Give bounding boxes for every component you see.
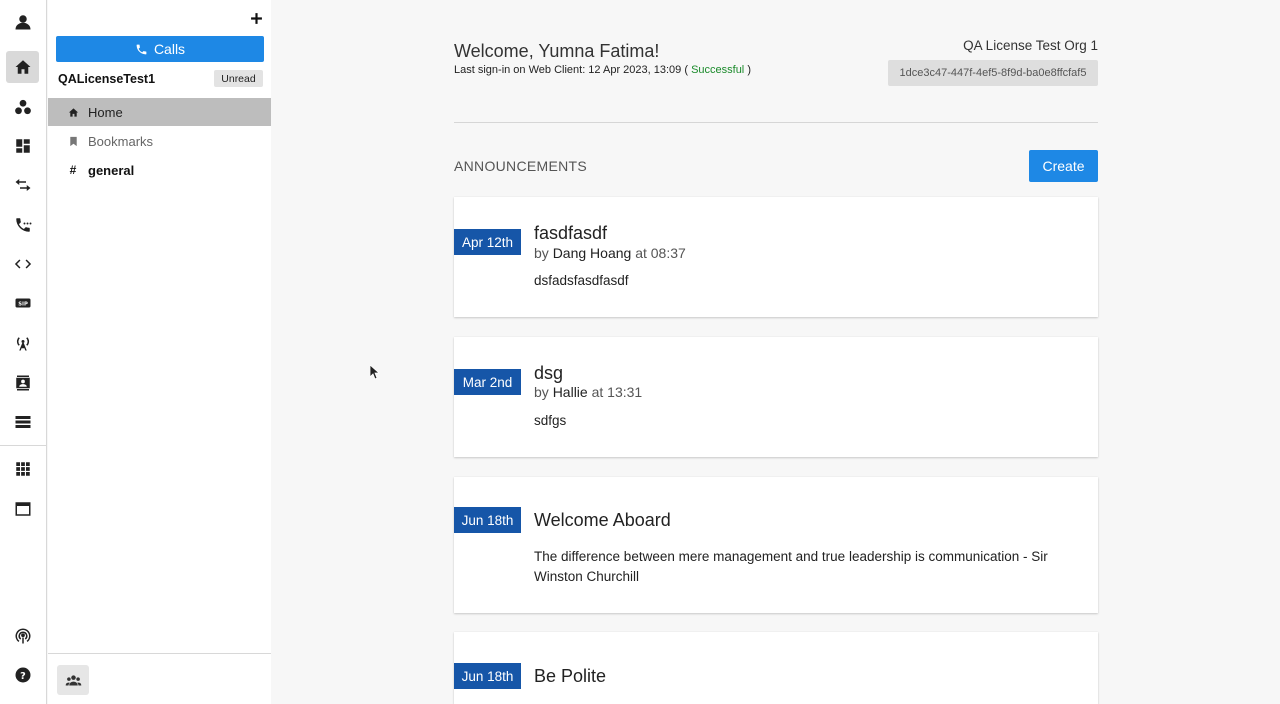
last-signin-text: Last sign-in on Web Client: 12 Apr 2023,… bbox=[454, 64, 688, 76]
home-icon bbox=[67, 106, 79, 118]
create-announcement-button[interactable]: Create bbox=[1029, 150, 1098, 182]
last-signin-status: Successful bbox=[691, 64, 745, 76]
unread-toggle[interactable]: Unread bbox=[214, 70, 263, 87]
header-divider bbox=[454, 122, 1098, 123]
announcement-author: Hallie bbox=[552, 384, 588, 400]
welcome-heading: Welcome, Yumna Fatima! bbox=[454, 41, 660, 61]
add-channel-button[interactable] bbox=[246, 8, 266, 28]
announcement-title: Be Polite bbox=[534, 666, 607, 686]
announcement-card[interactable]: Jun 18th Be Polite bbox=[454, 632, 1098, 704]
announcement-date: Apr 12th bbox=[454, 229, 521, 255]
announcement-author: Dang Hoang bbox=[552, 245, 632, 261]
help-icon[interactable]: ? bbox=[6, 659, 39, 691]
home-icon[interactable] bbox=[6, 51, 39, 83]
sidebar-item-home[interactable]: Home bbox=[48, 98, 271, 126]
announcement-by: by bbox=[534, 384, 549, 400]
broadcast-tower-icon[interactable] bbox=[6, 327, 39, 359]
announcement-body: The difference between mere management a… bbox=[534, 549, 1048, 584]
main-content: Welcome, Yumna Fatima! Last sign-in on W… bbox=[271, 0, 1280, 704]
announcement-title: dsg bbox=[534, 363, 564, 383]
sidebar-item-label: Home bbox=[88, 104, 123, 120]
svg-text:SIP: SIP bbox=[18, 302, 28, 308]
announcement-card[interactable]: Jun 18th Welcome Aboard The difference b… bbox=[454, 477, 1098, 613]
announcement-title: fasdfasdf bbox=[534, 223, 608, 243]
rail-divider bbox=[0, 445, 47, 446]
announcement-time: at 13:31 bbox=[591, 384, 643, 400]
announcement-body: sdfgs bbox=[534, 413, 567, 428]
announcement-date: Jun 18th bbox=[454, 507, 521, 533]
channel-sidebar: Calls QALicenseTest1 Unread Home Bookmar… bbox=[48, 0, 271, 704]
transfer-arrows-icon[interactable] bbox=[6, 169, 39, 201]
sidebar-item-label: general bbox=[88, 162, 135, 178]
org-name: QALicenseTest1 bbox=[58, 72, 156, 86]
last-signin-info: Last sign-in on Web Client: 12 Apr 2023,… bbox=[454, 64, 751, 76]
code-icon[interactable] bbox=[6, 248, 39, 280]
org-id-badge[interactable]: 1dce3c47-447f-4ef5-8f9d-ba0e8ffcfaf5 bbox=[888, 60, 1098, 86]
sidebar-divider bbox=[48, 653, 271, 654]
announcement-title: Welcome Aboard bbox=[534, 510, 671, 530]
announcement-card[interactable]: Mar 2nd dsg by Hallie at 13:31 sdfgs bbox=[454, 337, 1098, 457]
sip-icon[interactable]: SIP bbox=[6, 287, 39, 319]
phone-icon bbox=[136, 44, 147, 54]
announcement-body: dsfadsfasdfasdf bbox=[534, 273, 629, 288]
plus-icon bbox=[250, 12, 262, 24]
calls-label: Calls bbox=[153, 41, 186, 57]
call-routing-icon[interactable] bbox=[6, 209, 39, 241]
contacts-icon[interactable] bbox=[6, 367, 39, 399]
org-title: QA License Test Org 1 bbox=[963, 38, 1098, 53]
announcement-date: Mar 2nd bbox=[454, 369, 521, 395]
icon-rail: SIP ? bbox=[0, 0, 47, 704]
announcement-meta: by Hallie at 13:31 bbox=[534, 384, 642, 400]
team-icon bbox=[65, 674, 81, 685]
podcast-icon[interactable] bbox=[6, 620, 39, 652]
announcement-date: Jun 18th bbox=[454, 663, 521, 689]
announcement-card[interactable]: Apr 12th fasdfasdf by Dang Hoang at 08:3… bbox=[454, 197, 1098, 317]
svg-text:?: ? bbox=[20, 671, 26, 682]
dashboard-icon[interactable] bbox=[6, 130, 39, 162]
window-icon[interactable] bbox=[6, 493, 39, 525]
sidebar-item-bookmarks[interactable]: Bookmarks bbox=[48, 127, 271, 155]
announcements-heading: ANNOUNCEMENTS bbox=[454, 158, 588, 174]
sidebar-item-label: Bookmarks bbox=[88, 133, 154, 149]
bookmark-icon bbox=[67, 135, 79, 147]
last-signin-suffix: ) bbox=[747, 64, 751, 76]
mouse-cursor-icon bbox=[370, 365, 380, 380]
groups-icon[interactable] bbox=[6, 91, 39, 123]
hash-icon: # bbox=[69, 163, 77, 177]
team-button[interactable] bbox=[57, 665, 89, 695]
apps-grid-icon[interactable] bbox=[6, 453, 39, 485]
user-avatar-icon[interactable] bbox=[6, 6, 39, 38]
calls-button[interactable]: Calls bbox=[56, 36, 264, 62]
announcement-by: by bbox=[534, 245, 549, 261]
list-icon[interactable] bbox=[6, 406, 39, 438]
sidebar-item-general[interactable]: # general bbox=[48, 156, 271, 184]
announcement-time: at 08:37 bbox=[635, 245, 686, 261]
announcement-meta: by Dang Hoang at 08:37 bbox=[534, 245, 686, 261]
